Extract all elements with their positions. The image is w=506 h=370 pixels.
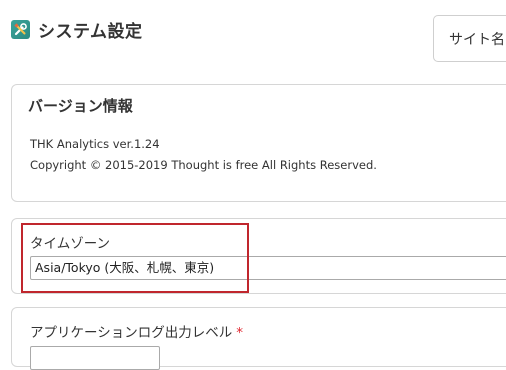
site-name-label: サイト名 [449,31,505,48]
required-mark: * [236,325,243,341]
log-level-label: アプリケーションログ出力レベル * [30,321,243,341]
timezone-selected-value: Asia/Tokyo (大阪、札幌、東京) [35,260,215,275]
tools-icon [11,19,30,39]
version-text: THK Analytics ver.1.24 [30,137,160,151]
log-level-select[interactable] [30,346,160,370]
timezone-label: タイムゾーン [30,236,111,252]
log-level-label-text: アプリケーションログ出力レベル [30,325,233,341]
page-title: システム設定 [38,21,143,42]
timezone-card: タイムゾーン Asia/Tokyo (大阪、札幌、東京) [11,218,506,294]
version-info-card: バージョン情報 THK Analytics ver.1.24 Copyright… [11,84,506,202]
page-header: システム設定 [11,16,143,42]
timezone-select[interactable]: Asia/Tokyo (大阪、札幌、東京) [30,256,506,280]
log-level-card: アプリケーションログ出力レベル * [11,307,506,370]
site-name-button[interactable]: サイト名 [433,15,506,62]
copyright-text: Copyright © 2015-2019 Thought is free Al… [30,158,377,172]
version-info-title: バージョン情報 [28,97,133,115]
